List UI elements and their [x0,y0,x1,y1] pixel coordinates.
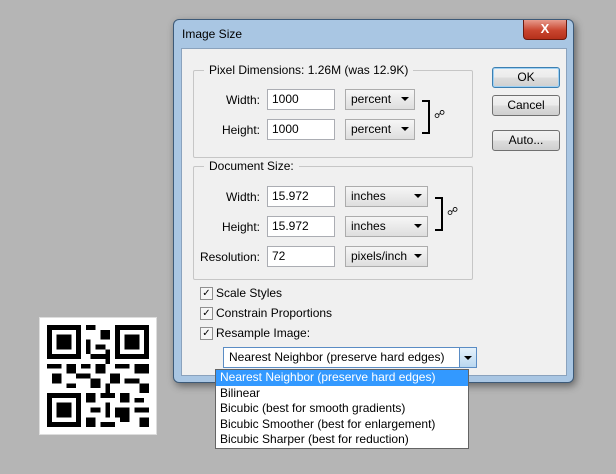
chevron-down-icon [414,254,422,258]
option-nearest-neighbor[interactable]: Nearest Neighbor (preserve hard edges) [216,370,468,386]
checkmark-icon: ✓ [200,287,213,300]
option-bicubic[interactable]: Bicubic (best for smooth gradients) [216,401,468,417]
option-bicubic-smoother[interactable]: Bicubic Smoother (best for enlargement) [216,417,468,433]
pixel-width-input[interactable]: 1000 [267,89,335,110]
qr-code-image [40,318,156,434]
pixel-width-label: Width: [225,93,260,107]
resample-method-value: Nearest Neighbor (preserve hard edges) [229,350,445,364]
pixel-dimensions-group: Pixel Dimensions: 1.26M (was 12.9K) Widt… [193,63,473,158]
close-button[interactable]: X [523,20,567,40]
pixel-height-label: Height: [221,123,260,137]
dropdown-button[interactable] [459,348,476,367]
pixel-dimensions-legend: Pixel Dimensions: 1.26M (was 12.9K) [204,63,414,77]
chain-link-icon: ☍ [447,206,459,218]
checkmark-icon: ✓ [200,327,213,340]
doc-height-input[interactable]: 15.972 [267,216,335,237]
proportion-bracket [435,197,443,231]
doc-width-input[interactable]: 15.972 [267,186,335,207]
proportion-bracket [422,100,430,134]
dialog-body: Pixel Dimensions: 1.26M (was 12.9K) Widt… [181,48,567,376]
doc-width-unit-select[interactable]: inches [345,186,428,207]
pixel-height-input[interactable]: 1000 [267,119,335,140]
document-size-legend: Document Size: [204,159,299,173]
pixel-height-unit-select[interactable]: percent [345,119,415,140]
chevron-down-icon [414,224,422,228]
option-bicubic-sharper[interactable]: Bicubic Sharper (best for reduction) [216,432,468,448]
constrain-proportions-label: Constrain Proportions [216,306,333,320]
resolution-label: Resolution: [199,250,260,264]
doc-width-label: Width: [225,190,260,204]
chevron-down-icon [464,356,472,360]
ok-button[interactable]: OK [492,67,560,88]
cancel-button[interactable]: Cancel [492,95,560,116]
image-size-dialog: Image Size X Pixel Dimensions: 1.26M (wa… [173,19,574,383]
scale-styles-label: Scale Styles [216,286,283,300]
document-size-group: Document Size: Width: 15.972 inches Heig… [193,159,473,280]
chevron-down-icon [401,97,409,101]
close-icon: X [540,21,550,36]
pixel-width-unit-select[interactable]: percent [345,89,415,110]
dialog-title: Image Size [182,27,243,41]
doc-height-unit-select[interactable]: inches [345,216,428,237]
auto-button[interactable]: Auto... [492,130,560,151]
doc-height-label: Height: [221,220,260,234]
chevron-down-icon [414,194,422,198]
resample-image-label: Resample Image: [216,326,311,340]
pixel-dimensions-size: 1.26M (was 12.9K) [307,63,409,77]
resolution-unit-select[interactable]: pixels/inch [345,246,428,267]
checkmark-icon: ✓ [200,307,213,320]
resolution-input[interactable]: 72 [267,246,335,267]
chain-link-icon: ☍ [434,109,446,121]
title-bar[interactable]: Image Size X [174,20,573,48]
option-bilinear[interactable]: Bilinear [216,386,468,402]
resample-method-list: Nearest Neighbor (preserve hard edges) B… [215,369,469,449]
chevron-down-icon [401,127,409,131]
resample-method-select[interactable]: Nearest Neighbor (preserve hard edges) [223,347,477,368]
